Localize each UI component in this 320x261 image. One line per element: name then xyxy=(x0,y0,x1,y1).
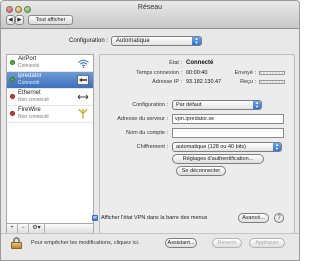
back-button[interactable]: ◀ xyxy=(6,15,15,25)
gear-menu-button[interactable]: ⚙▾ xyxy=(29,224,45,233)
popup-arrows-icon: ▲ ▼ xyxy=(192,37,201,45)
lock-text: Pour empêcher les modifications, cliquez… xyxy=(31,240,140,246)
service-item-airport[interactable]: AirPort Connecté xyxy=(7,55,93,71)
help-button[interactable]: ? xyxy=(274,213,284,223)
firewire-icon xyxy=(77,108,89,120)
service-name: AirPort xyxy=(18,56,37,62)
sent-label: Envoyé : xyxy=(234,70,256,76)
status-label: État : xyxy=(169,60,182,66)
footer-divider xyxy=(1,233,299,234)
authentication-settings-button[interactable]: Réglages d'authentification... xyxy=(172,154,264,164)
apply-button[interactable]: Appliquer xyxy=(249,238,285,248)
service-list: AirPort Connecté ipredator Connecté Ethe… xyxy=(6,54,94,224)
connect-time-label: Temps connexion : xyxy=(136,70,182,76)
lock-icon[interactable] xyxy=(11,237,23,249)
server-address-label: Adresse du serveur : xyxy=(117,116,168,122)
ip-address-label: Adresse IP : xyxy=(152,79,182,85)
configuration-label: Configuration : xyxy=(132,102,168,108)
service-status: Non connecté xyxy=(18,114,49,120)
ip-address-value: 93.182.130.47 xyxy=(186,79,222,85)
service-name: ipredator xyxy=(18,73,42,79)
location-select[interactable]: Automatique ▲ ▼ xyxy=(111,36,202,46)
popup-arrows-icon: ▲ ▼ xyxy=(273,143,281,151)
ethernet-icon xyxy=(77,91,89,103)
service-item-ipredator[interactable]: ipredator Connecté xyxy=(7,72,93,88)
account-name-field[interactable] xyxy=(172,128,284,138)
remove-service-button[interactable]: − xyxy=(18,224,29,233)
popup-arrows-icon: ▲ ▼ xyxy=(253,101,261,109)
status-dot-icon xyxy=(10,94,15,99)
encryption-select[interactable]: automatique (128 ou 40 bits) ▲ ▼ xyxy=(172,142,282,152)
server-address-field[interactable]: vpn.ipredator.se xyxy=(172,114,284,124)
received-meter xyxy=(259,80,285,84)
vpn-detail-panel: État : Connecté Temps connexion : 00:00:… xyxy=(99,54,295,234)
assistant-button[interactable]: Assistant... xyxy=(165,238,197,248)
service-status: Connecté xyxy=(18,63,40,69)
service-item-ethernet[interactable]: Ethernet Non connecté xyxy=(7,89,93,105)
configuration-value: Par défaut xyxy=(176,102,202,108)
location-label: Configuration : xyxy=(69,38,109,44)
location-value: Automatique xyxy=(116,38,150,44)
show-vpn-status-checkbox[interactable]: ✓ xyxy=(92,215,98,221)
service-name: FireWire xyxy=(18,107,41,113)
status-dot-icon xyxy=(10,111,15,116)
status-dot-icon xyxy=(10,60,15,65)
status-dot-icon xyxy=(10,77,15,82)
sent-meter xyxy=(259,71,285,75)
list-divider xyxy=(7,122,93,123)
network-preferences-window: Réseau ◀ ▶ Tout afficher Configuration :… xyxy=(0,0,300,261)
title-bar: Réseau ◀ ▶ Tout afficher xyxy=(1,1,299,29)
received-label: Reçu : xyxy=(240,79,256,85)
account-name-label: Nom du compte : xyxy=(126,130,168,136)
encryption-value: automatique (128 ou 40 bits) xyxy=(176,144,247,150)
show-vpn-status-label: Afficher l'état VPN dans la barre des me… xyxy=(101,215,208,221)
window-title: Réseau xyxy=(137,4,163,11)
service-status: Non connecté xyxy=(18,97,49,103)
add-service-button[interactable]: + xyxy=(7,224,18,233)
service-item-firewire[interactable]: FireWire Non connecté xyxy=(7,106,93,122)
encryption-label: Chiffrement : xyxy=(136,144,168,150)
revert-button[interactable]: Revenir xyxy=(212,238,242,248)
service-status: Connecté xyxy=(18,80,40,86)
wifi-icon xyxy=(77,57,89,69)
status-value: Connecté xyxy=(186,60,214,66)
configuration-select[interactable]: Par défaut ▲ ▼ xyxy=(172,100,262,110)
vpn-icon xyxy=(77,74,89,86)
advanced-button[interactable]: Avancé... xyxy=(238,213,269,223)
forward-button[interactable]: ▶ xyxy=(15,15,24,25)
connect-time-value: 00:00:40 xyxy=(186,70,208,76)
service-name: Ethernet xyxy=(18,90,41,96)
show-all-button[interactable]: Tout afficher xyxy=(28,15,73,25)
disconnect-button[interactable]: Se déconnecter xyxy=(176,166,226,176)
